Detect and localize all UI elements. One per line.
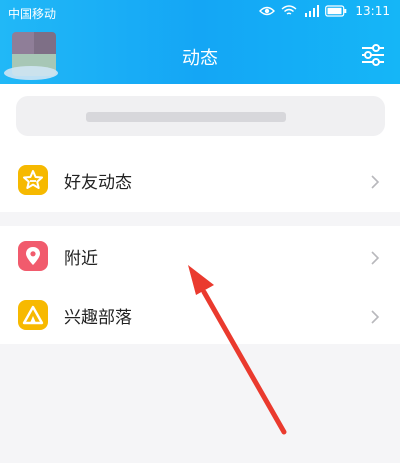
- menu-group-friends: 好友动态: [0, 148, 400, 212]
- star-icon: [18, 165, 48, 195]
- menu-item-nearby[interactable]: 附近: [0, 227, 400, 285]
- search-box[interactable]: [16, 96, 385, 136]
- wifi-icon: [281, 5, 297, 17]
- menu-item-label: 附近: [64, 249, 98, 269]
- chevron-right-icon: [370, 309, 380, 324]
- status-bar: 中国移动 13:11: [0, 0, 400, 26]
- page-title: 动态: [182, 48, 218, 69]
- location-pin-icon: [18, 241, 48, 271]
- menu-item-interest-tribe[interactable]: 兴趣部落: [0, 286, 400, 344]
- signal-icon: [303, 5, 320, 17]
- menu-item-friends-feed[interactable]: 好友动态: [0, 151, 400, 209]
- search-section: [0, 84, 400, 148]
- battery-icon: [325, 5, 347, 17]
- chevron-right-icon: [370, 250, 380, 265]
- app-header: 中国移动 13:11 动态: [0, 0, 400, 84]
- avatar-pendant: [4, 66, 58, 80]
- clock: 13:11: [355, 4, 390, 18]
- menu-group-discover: 附近 兴趣部落: [0, 226, 400, 344]
- eye-icon: [259, 5, 276, 17]
- carrier-name: 中国移动: [8, 7, 57, 21]
- chevron-right-icon: [370, 174, 380, 189]
- settings-sliders-icon[interactable]: [360, 43, 386, 67]
- menu-item-label: 兴趣部落: [64, 308, 132, 328]
- status-icons: 13:11: [259, 4, 390, 18]
- search-placeholder-blurred: [86, 112, 286, 122]
- menu-item-label: 好友动态: [64, 173, 132, 193]
- tribe-triangle-icon: [18, 300, 48, 330]
